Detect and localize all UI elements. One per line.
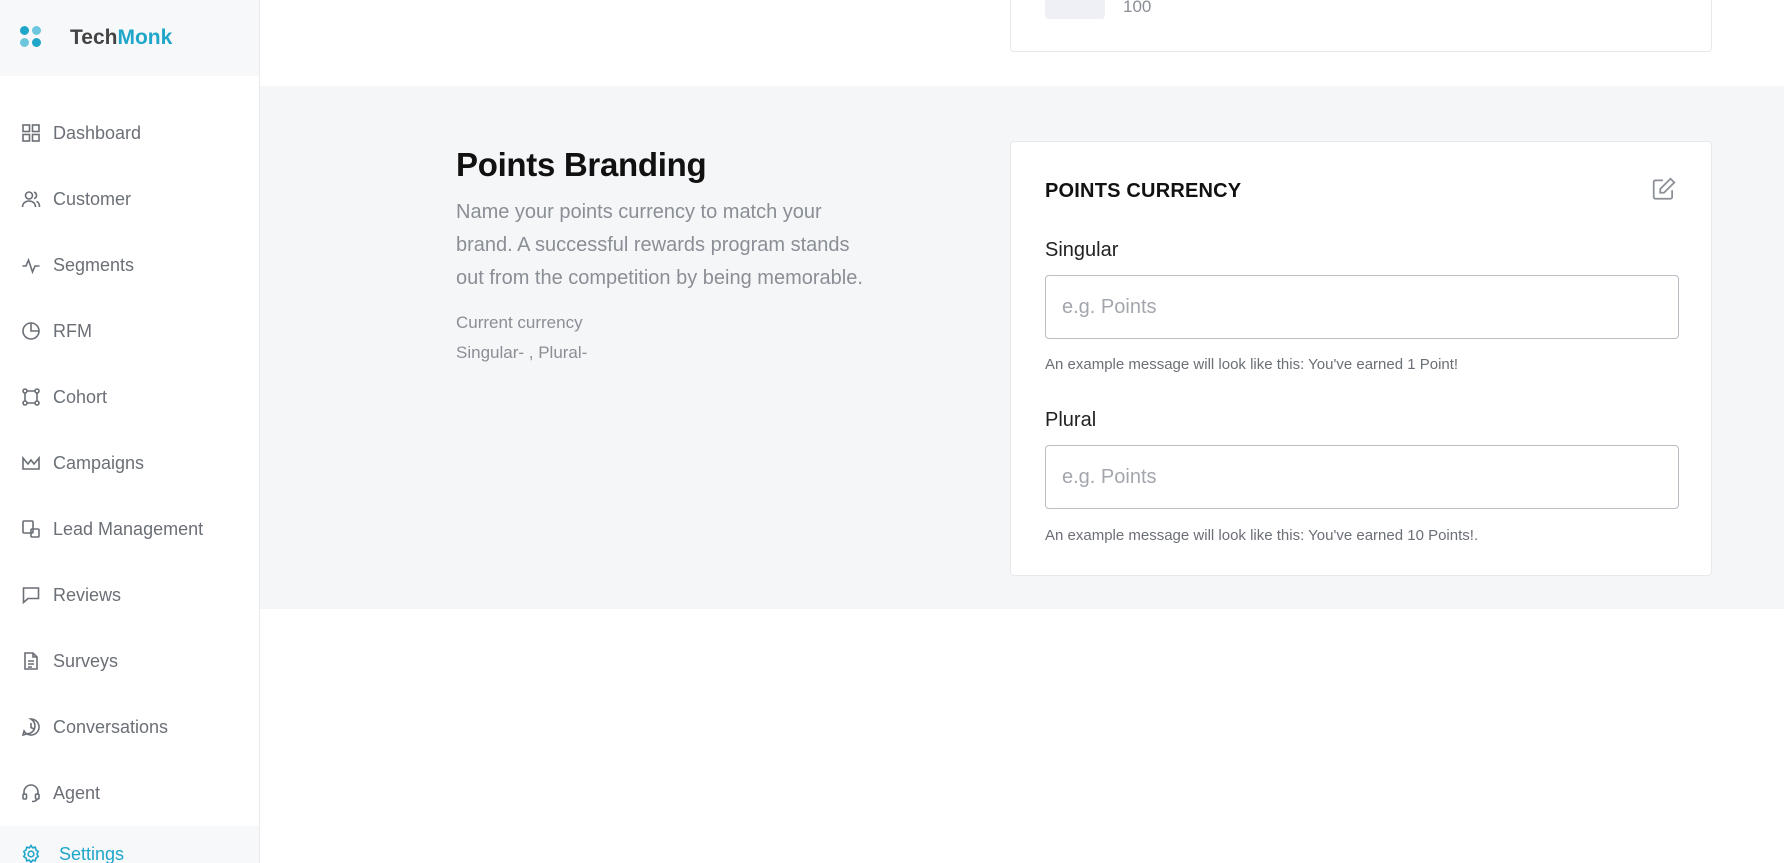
campaign-icon [20,452,42,474]
sidebar-item-label: Campaigns [53,452,145,473]
previous-card-value: 100 [1123,0,1152,16]
edit-icon [1652,177,1676,200]
activity-icon [20,254,42,276]
brand-name-part1: Tech [70,26,118,49]
plural-label: Plural [1045,409,1097,431]
singular-input[interactable] [1045,275,1679,339]
sidebar-item-surveys[interactable]: Surveys [0,628,259,694]
singular-label: Singular [1045,239,1119,261]
sidebar-item-conversations[interactable]: Conversations [0,694,259,760]
sidebar-item-label: Lead Management [53,518,204,539]
sidebar-item-segments[interactable]: Segments [0,232,259,298]
sidebar-item-label: Conversations [53,716,169,737]
edit-button[interactable] [1651,176,1679,204]
users-icon [20,188,42,210]
previous-settings-card: 100 [1010,0,1712,52]
sidebar-item-label: Cohort [53,386,108,407]
chat-icon [20,716,42,738]
sidebar-item-lead-management[interactable]: Lead Management [0,496,259,562]
techmonk-logo-icon [20,26,44,50]
pie-chart-icon [20,320,42,342]
main-content: 100 Points Branding Name your points cur… [260,0,1784,863]
sidebar-item-label: RFM [53,320,92,341]
points-branding-section: Points Branding Name your points currenc… [260,86,1784,609]
sidebar-item-agent[interactable]: Agent [0,760,259,826]
file-text-icon [20,650,42,672]
app: TechMonk Dashboard Customer Segments RFM… [0,0,1784,863]
sidebar-item-campaigns[interactable]: Campaigns [0,430,259,496]
sidebar: TechMonk Dashboard Customer Segments RFM… [0,0,260,863]
sidebar-item-rfm[interactable]: RFM [0,298,259,364]
sidebar-item-label: Reviews [53,584,122,605]
headset-icon [20,782,42,804]
brand[interactable]: TechMonk [0,0,259,76]
brand-name-part2: Monk [117,26,173,49]
sidebar-item-cohort[interactable]: Cohort [0,364,259,430]
sidebar-item-customer[interactable]: Customer [0,166,259,232]
message-square-icon [20,584,42,606]
gear-icon [20,843,42,863]
current-currency-label: Current currency [456,313,583,332]
sidebar-item-label: Surveys [53,650,119,671]
sidebar-item-label: Segments [53,254,135,275]
sidebar-item-reviews[interactable]: Reviews [0,562,259,628]
sidebar-item-settings[interactable]: Settings [0,826,259,863]
section-title: Points Branding [456,146,707,183]
section-description: Name your points currency to match your … [456,201,863,289]
grid-icon [20,122,42,144]
singular-hint: An example message will look like this: … [1045,356,1459,373]
sidebar-item-label: Customer [53,188,132,209]
sidebar-item-dashboard[interactable]: Dashboard [0,100,259,166]
brand-name: TechMonk [70,26,172,50]
current-currency-value: Singular- , Plural- [456,343,588,362]
cohort-icon [20,386,42,408]
lead-icon [20,518,42,540]
points-currency-card: POINTS CURRENCY Singular An example mess… [1010,141,1712,576]
sidebar-nav: Dashboard Customer Segments RFM Cohort C… [0,100,259,863]
plural-hint: An example message will look like this: … [1045,527,1479,544]
card-title: POINTS CURRENCY [1045,180,1242,202]
sidebar-item-label: Agent [53,782,101,803]
points-branding-info: Points Branding Name your points currenc… [456,146,876,363]
value-chip[interactable] [1045,0,1105,19]
plural-input[interactable] [1045,445,1679,509]
sidebar-item-label: Settings [59,843,125,863]
sidebar-item-label: Dashboard [53,122,142,143]
